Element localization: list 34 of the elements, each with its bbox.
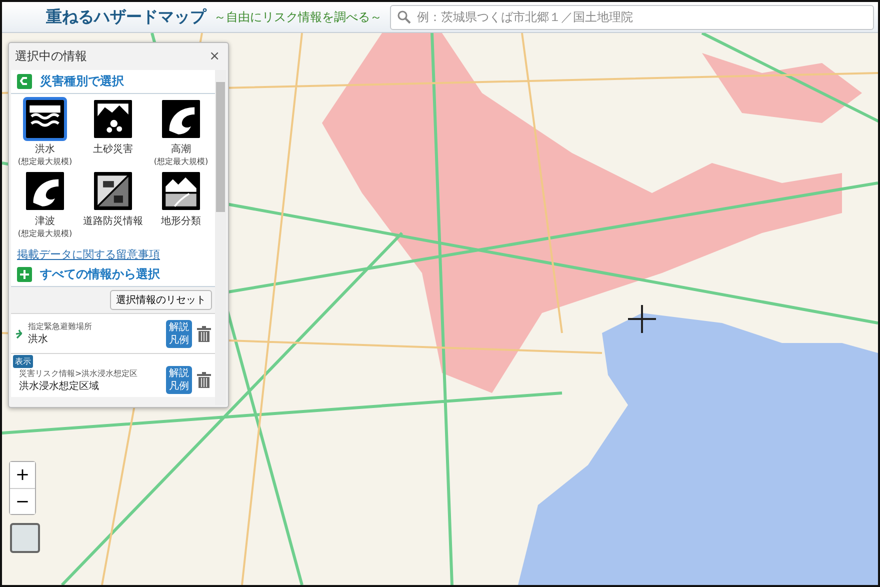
- hazard-type-button[interactable]: 高潮 (想定最大規模): [150, 97, 212, 167]
- trash-icon[interactable]: [197, 326, 211, 342]
- legend-button[interactable]: 解説凡例: [166, 320, 192, 348]
- trash-icon[interactable]: [197, 372, 211, 388]
- hazard-type-button[interactable]: 津波 (想定最大規模): [14, 169, 76, 239]
- layer-name: 洪水: [28, 332, 49, 346]
- section-title: すべての情報から選択: [40, 266, 160, 283]
- hazard-type-button[interactable]: 土砂災害: [82, 97, 144, 167]
- layer-name: 洪水浸水想定区域: [19, 380, 100, 392]
- crosshair-icon: [628, 305, 656, 333]
- section-title: 災害種別で選択: [40, 73, 124, 90]
- display-badge: 表示: [13, 355, 33, 368]
- hazard-type-button[interactable]: 洪水 (想定最大規模): [14, 97, 76, 167]
- search-bar[interactable]: 例：茨城県つくば市北郷１／国土地理院: [390, 4, 874, 30]
- layer-item[interactable]: 表示 災害リスク情報>洪水浸水想定区 洪水浸水想定区域 解説凡例: [11, 353, 215, 397]
- layer-thumbnail-button[interactable]: [10, 523, 40, 553]
- map-drawing[interactable]: [2, 33, 878, 585]
- search-icon: [397, 10, 411, 24]
- close-button[interactable]: ×: [209, 49, 220, 64]
- hazard-type-button[interactable]: 地形分類: [150, 169, 212, 239]
- panel-title: 選択中の情報: [15, 48, 87, 65]
- app-title: 重ねるハザードマップ: [46, 6, 206, 28]
- scrollbar[interactable]: [215, 70, 226, 405]
- layer-category: 災害リスク情報>洪水浸水想定区: [19, 368, 139, 378]
- section-header[interactable]: 災害種別で選択: [11, 70, 215, 94]
- app-subtitle: ～自由にリスク情報を調べる～: [214, 8, 382, 26]
- layer-item[interactable]: 指定緊急避難場所 洪水 解説凡例: [11, 313, 215, 353]
- zoom-out-button[interactable]: −: [10, 488, 35, 514]
- legend-button[interactable]: 解説凡例: [166, 366, 192, 394]
- layer-category: 指定緊急避難場所: [28, 321, 93, 332]
- section-header[interactable]: すべての情報から選択: [11, 263, 215, 287]
- hazard-type-button[interactable]: 道路防災情報: [82, 169, 144, 239]
- reset-button[interactable]: 選択情報のリセット: [110, 290, 212, 310]
- plus-icon: [17, 267, 32, 282]
